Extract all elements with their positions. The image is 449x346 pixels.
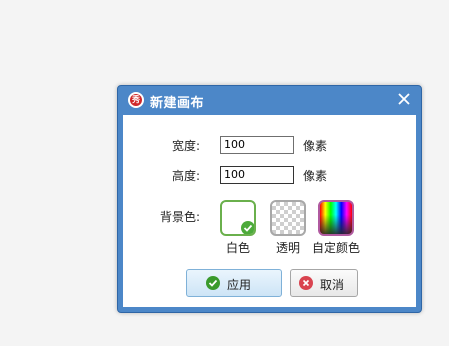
height-field[interactable]: 100: [220, 166, 294, 184]
apply-button[interactable]: 应用: [186, 269, 282, 297]
cancel-circle-icon: [299, 276, 313, 290]
width-unit: 像素: [303, 139, 328, 153]
swatch-transparent[interactable]: [270, 200, 306, 236]
close-button[interactable]: [395, 90, 413, 108]
swatch-custom-color[interactable]: [318, 200, 354, 236]
dialog-body: 宽度: 100 像素 高度: 100 像素 背景色: 白色 透明 自定颜色 应用…: [123, 115, 416, 307]
check-icon: [241, 221, 254, 234]
background-label: 背景色:: [160, 210, 201, 224]
swatch-white-label: 白色: [225, 241, 250, 255]
swatch-custom-label: 自定颜色: [311, 241, 360, 255]
swatch-transparent-label: 透明: [275, 241, 300, 255]
cancel-button[interactable]: 取消: [290, 269, 358, 297]
cancel-button-label: 取消: [320, 278, 345, 292]
check-circle-icon: [206, 276, 220, 290]
width-label: 宽度:: [172, 139, 201, 153]
close-icon: [398, 93, 410, 105]
dialog-title: 新建画布: [150, 96, 205, 111]
app-logo-icon: 秀: [128, 92, 144, 108]
new-canvas-dialog: 秀 新建画布 宽度: 100 像素 高度: 100 像素 背景色: 白色 透明: [117, 85, 422, 313]
apply-button-label: 应用: [227, 278, 252, 292]
swatch-white[interactable]: [220, 200, 256, 236]
dialog-titlebar: 秀 新建画布: [118, 86, 421, 114]
width-field[interactable]: 100: [220, 136, 294, 154]
height-unit: 像素: [303, 169, 328, 183]
height-label: 高度:: [172, 169, 201, 183]
